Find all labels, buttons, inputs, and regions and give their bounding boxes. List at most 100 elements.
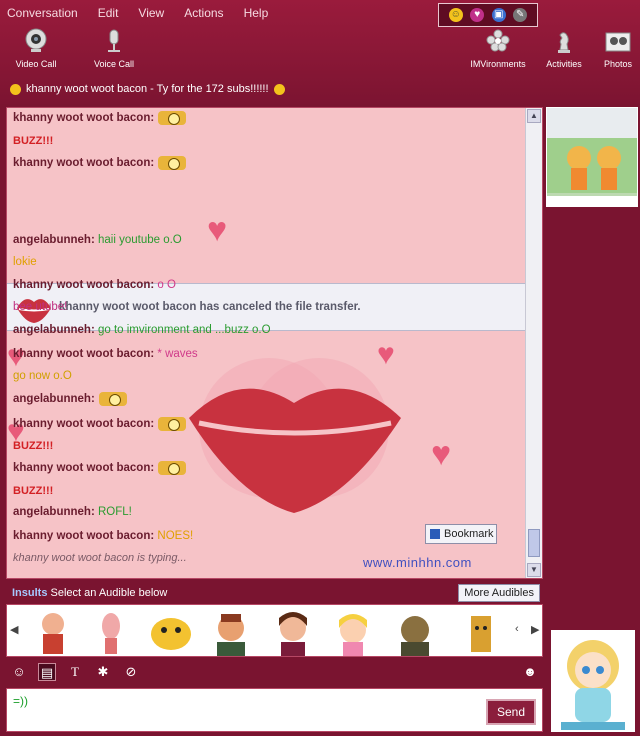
scroll-left-icon[interactable]: ◀ [10, 623, 18, 636]
activities-label: Activities [546, 59, 582, 69]
status-indicator-icon [10, 83, 21, 95]
my-avatar[interactable] [551, 630, 635, 732]
message-sender: angelabunneh: [13, 393, 95, 406]
chess-piece-icon [551, 28, 577, 54]
emoticon-icon[interactable]: ☺ [448, 8, 463, 22]
watermark-text: www.minhhn.com [363, 555, 472, 570]
kiss-lips-icon [189, 358, 401, 513]
typing-indicator: khanny woot woot bacon is typing... [13, 552, 187, 564]
menu-edit[interactable]: Edit [95, 4, 122, 22]
audible-character[interactable] [147, 608, 195, 656]
scroll-right-icon[interactable]: ▶ [531, 623, 539, 636]
conversation-history[interactable]: ♥ ♥ ♥ ♥ ♥ khanny woot woot bacon: BUZZ!!… [6, 107, 543, 579]
message-sender: angelabunneh: [13, 506, 95, 518]
audible-character[interactable] [207, 608, 255, 656]
message-sender: khanny woot woot bacon: [13, 279, 155, 291]
audible-character[interactable] [329, 608, 377, 656]
bookmark-icon [430, 529, 440, 539]
audible-character[interactable] [29, 608, 77, 656]
menu-actions[interactable]: Actions [181, 4, 226, 22]
activities-button[interactable]: Activities [542, 28, 586, 69]
file-notice-text: khanny woot woot bacon has canceled the … [59, 301, 361, 313]
attachment-icon[interactable]: ⊘ [122, 663, 140, 681]
message-sender: khanny woot woot bacon: [13, 157, 155, 170]
photos-icon [605, 28, 631, 54]
audibles-category: Insults [12, 587, 48, 599]
scroll-down-icon[interactable]: ▼ [527, 563, 541, 577]
emoticon-icon [98, 392, 127, 406]
message-input[interactable]: =)) Send [6, 688, 543, 732]
heart-icon: ♥ [431, 435, 452, 473]
message-text: ROFL! [97, 506, 132, 518]
window-chrome: Conversation Edit View Actions Help ☺ ♥ … [0, 0, 640, 104]
imvironments-button[interactable]: IMVironments [468, 28, 528, 69]
status-message: khanny woot woot bacon - Ty for the 172 … [26, 83, 269, 95]
message-text: NOES! [157, 530, 194, 542]
message-text: o O [157, 279, 176, 291]
contact-status: khanny woot woot bacon - Ty for the 172 … [10, 83, 285, 95]
message-text: haii youtube o.O [97, 234, 182, 246]
scroll-thumb[interactable] [528, 529, 540, 557]
voice-call-button[interactable]: Voice Call [86, 28, 142, 69]
message-sender: khanny woot woot bacon: [13, 418, 155, 431]
video-call-label: Video Call [15, 59, 57, 69]
menu-help[interactable]: Help [241, 4, 272, 22]
message-text: go now o.O [13, 370, 72, 382]
more-audibles-button[interactable]: More Audibles [458, 584, 540, 602]
bookmark-button[interactable]: Bookmark [425, 524, 497, 544]
buzz-icon[interactable]: ✱ [94, 663, 112, 681]
audible-character[interactable] [87, 608, 135, 656]
my-avatar-image [561, 640, 625, 730]
message-text: lokie [13, 256, 37, 268]
quick-tools-bar: ☺ ♥ ▣ ✎ [438, 3, 538, 27]
bookmark-label: Bookmark [444, 528, 494, 540]
heart-icon[interactable]: ♥ [470, 8, 485, 22]
audibles-header: Insults Select an Audible below More Aud… [6, 583, 543, 603]
message-sender: khanny woot woot bacon: [13, 348, 155, 360]
emoticon-icon [158, 461, 187, 475]
audible-character[interactable] [269, 608, 317, 656]
scroll-up-icon[interactable]: ▲ [527, 109, 541, 123]
send-button[interactable]: Send [486, 699, 536, 725]
buzz-notice: BUZZ!!! [13, 135, 54, 147]
message-sender: khanny woot woot bacon: [13, 112, 155, 125]
photos-button[interactable]: Photos [600, 28, 636, 69]
menu-conversation[interactable]: Conversation [4, 4, 81, 22]
emoticon-picker-icon[interactable]: ☺ [10, 663, 28, 681]
buzz-notice: BUZZ!!! [13, 440, 54, 452]
video-call-button[interactable]: Video Call [8, 28, 64, 69]
audible-character[interactable] [457, 608, 505, 656]
audibles-prompt: Select an Audible below [50, 587, 168, 599]
heart-icon: ♥ [377, 338, 395, 371]
friend-avatar-scene[interactable] [546, 107, 638, 207]
message-sender: khanny woot woot bacon: [13, 530, 155, 542]
microphone-icon [101, 28, 127, 54]
wrench-icon[interactable]: ✎ [513, 8, 528, 22]
imvironments-label: IMVironments [470, 59, 526, 69]
text-format-icon[interactable]: T [66, 663, 84, 681]
audible-character[interactable] [391, 608, 439, 656]
emoticon-icon [158, 156, 187, 170]
emoticon-icon [158, 417, 187, 431]
heart-icon: ♥ [207, 211, 228, 249]
flower-icon [485, 28, 511, 54]
toolbar-right: IMVironments Activities Photos [468, 28, 636, 69]
chat-scrollbar[interactable]: ▲ ▼ [525, 108, 542, 578]
friend-avatar-image [547, 108, 637, 206]
message-text: bee utube! [13, 301, 68, 313]
contact-icon[interactable]: ☻ [521, 663, 539, 681]
buzz-notice: BUZZ!!! [13, 485, 54, 497]
grin-emoticon-icon [273, 83, 285, 95]
photos-label: Photos [603, 59, 633, 69]
message-sender: angelabunneh: [13, 234, 95, 246]
toolbar-left: Video Call Voice Call [8, 28, 142, 69]
audibles-toggle-icon[interactable]: ▤ [38, 663, 56, 681]
input-toolbar: ☺ ▤ T ✱ ⊘ ☻ [6, 660, 543, 684]
voice-call-label: Voice Call [93, 59, 135, 69]
contact-card-icon[interactable]: ▣ [491, 8, 506, 22]
menu-view[interactable]: View [135, 4, 167, 22]
message-sender: angelabunneh: [13, 324, 95, 336]
audibles-strip: ◀ ‹ ▶ [6, 604, 543, 657]
scroll-left-small-icon[interactable]: ‹ [515, 623, 519, 635]
message-sender: khanny woot woot bacon: [13, 462, 155, 475]
